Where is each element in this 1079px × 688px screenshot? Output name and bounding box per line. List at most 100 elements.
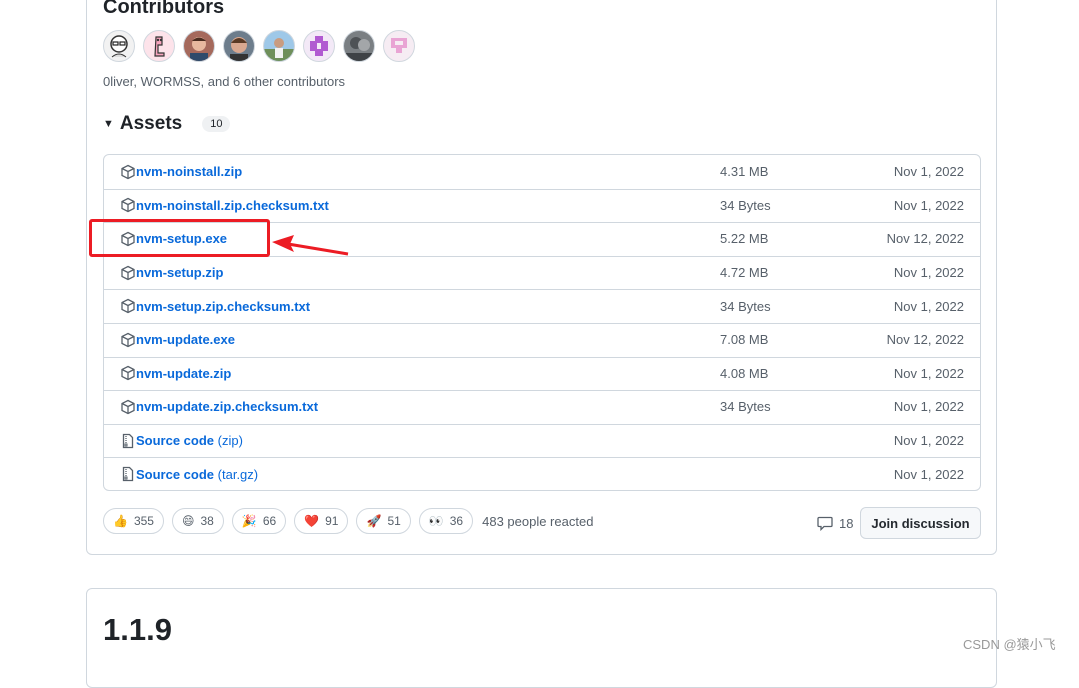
asset-link[interactable]: Source code (zip) — [136, 433, 243, 448]
comment-icon — [817, 516, 833, 531]
avatar[interactable] — [383, 30, 415, 62]
asset-link[interactable]: Source code (tar.gz) — [136, 467, 258, 482]
asset-name: nvm-update.exe — [136, 332, 235, 348]
thumbs-up-icon: 👍 — [113, 514, 128, 528]
reaction-count: 36 — [449, 514, 464, 528]
annotation-arrow-icon — [272, 235, 349, 256]
annotation-highlight-box — [89, 219, 270, 257]
asset-date: Nov 1, 2022 — [893, 197, 964, 213]
assets-toggle[interactable]: ▼ Assets 10 — [103, 113, 231, 135]
package-icon — [120, 197, 136, 213]
asset-name: Source code — [136, 433, 215, 449]
asset-size: 4.08 MB — [720, 365, 769, 381]
asset-link[interactable]: nvm-noinstall.zip — [136, 164, 242, 179]
file-zip-icon — [120, 433, 136, 449]
package-icon — [120, 298, 136, 314]
reaction-hooray-button[interactable]: 🎉 66 — [231, 508, 287, 534]
asset-size: 5.22 MB — [720, 231, 769, 247]
package-icon — [120, 399, 136, 415]
reactions-summary: 483 people reacted — [482, 513, 594, 529]
contributors-summary: 0liver, WORMSS, and 6 other contributors — [103, 74, 346, 89]
asset-size: 7.08 MB — [720, 332, 769, 348]
contributors-heading: Contributors — [103, 0, 225, 18]
asset-row: nvm-update.exe 7.08 MB Nov 12, 2022 — [104, 323, 980, 357]
assets-count-badge: 10 — [202, 116, 231, 132]
file-zip-icon — [120, 466, 136, 482]
asset-size: 4.31 MB — [720, 164, 769, 180]
asset-date: Nov 1, 2022 — [893, 265, 964, 281]
avatar[interactable] — [103, 30, 135, 62]
reaction-rocket-button[interactable]: 🚀 51 — [356, 508, 411, 534]
asset-size: 34 Bytes — [720, 298, 771, 314]
comments-count[interactable]: 18 — [817, 515, 853, 531]
rocket-icon: 🚀 — [366, 514, 382, 528]
reaction-eyes-button[interactable]: 👀 36 — [418, 508, 474, 534]
asset-row: nvm-setup.zip 4.72 MB Nov 1, 2022 — [104, 256, 980, 290]
asset-name: nvm-update.zip.checksum.txt — [136, 399, 319, 415]
asset-row: nvm-noinstall.zip 4.31 MB Nov 1, 2022 — [104, 155, 980, 189]
asset-link[interactable]: nvm-setup.zip.checksum.txt — [136, 299, 310, 314]
asset-row: Source code (zip) Nov 1, 2022 — [104, 424, 980, 458]
reaction-count: 66 — [262, 514, 277, 528]
asset-link[interactable]: nvm-noinstall.zip.checksum.txt — [136, 198, 329, 213]
asset-name: nvm-setup.zip.checksum.txt — [136, 298, 311, 314]
avatar[interactable] — [143, 30, 175, 62]
asset-link[interactable]: nvm-update.zip.checksum.txt — [136, 399, 318, 414]
avatar[interactable] — [223, 30, 255, 62]
avatar[interactable] — [343, 30, 375, 62]
asset-date: Nov 12, 2022 — [886, 231, 964, 247]
asset-name: nvm-noinstall.zip.checksum.txt — [136, 197, 329, 213]
watermark: CSDN @猿小飞 — [963, 637, 1056, 652]
asset-date: Nov 1, 2022 — [893, 399, 964, 415]
reaction-count: 355 — [133, 514, 154, 528]
package-icon — [120, 265, 136, 281]
asset-date: Nov 1, 2022 — [893, 365, 964, 381]
asset-format: (tar.gz) — [217, 466, 259, 482]
asset-row: nvm-update.zip 4.08 MB Nov 1, 2022 — [104, 357, 980, 391]
asset-size: 4.72 MB — [720, 265, 769, 281]
asset-row: nvm-setup.zip.checksum.txt 34 Bytes Nov 1,… — [104, 289, 980, 323]
package-icon — [120, 332, 136, 348]
reaction-count: 51 — [387, 514, 401, 528]
join-discussion-button[interactable]: Join discussion — [860, 507, 981, 539]
asset-row: nvm-update.zip.checksum.txt 34 Bytes Nov 1… — [104, 390, 980, 424]
asset-date: Nov 1, 2022 — [893, 164, 964, 180]
eyes-icon: 👀 — [428, 514, 444, 528]
asset-size: 34 Bytes — [720, 399, 771, 415]
reactions-bar: 👍 355 😄 38 🎉 66 ❤️ 91 🚀 51 👀 36 483 people reacted — [103, 508, 593, 534]
assets-list: nvm-noinstall.zip 4.31 MB Nov 1, 2022 nvm-n… — [103, 154, 981, 491]
reaction-count: 91 — [325, 514, 339, 528]
hooray-icon: 🎉 — [241, 514, 257, 528]
asset-link[interactable]: nvm-update.exe — [136, 332, 235, 347]
reaction-thumbs-up-button[interactable]: 👍 355 — [103, 508, 164, 534]
asset-date: Nov 12, 2022 — [886, 332, 964, 348]
asset-size: 34 Bytes — [720, 197, 771, 213]
triangle-down-icon: ▼ — [103, 118, 114, 130]
asset-row: nvm-noinstall.zip.checksum.txt 34 Bytes No… — [104, 189, 980, 223]
reaction-laugh-button[interactable]: 😄 38 — [171, 508, 224, 534]
assets-heading: Assets — [119, 113, 183, 134]
asset-name: nvm-setup.zip — [136, 265, 224, 281]
comments-count-label: 18 — [839, 515, 854, 531]
asset-name: nvm-update.zip — [136, 365, 232, 381]
package-icon — [120, 365, 136, 381]
contributor-avatars — [103, 30, 415, 62]
heart-icon: ❤️ — [304, 514, 320, 528]
reaction-heart-button[interactable]: ❤️ 91 — [294, 508, 349, 534]
avatar[interactable] — [263, 30, 295, 62]
asset-date: Nov 1, 2022 — [893, 466, 964, 482]
next-release-card — [86, 588, 997, 688]
asset-link[interactable]: nvm-update.zip — [136, 366, 231, 381]
asset-link[interactable]: nvm-setup.zip — [136, 265, 223, 280]
laugh-icon: 😄 — [181, 514, 195, 528]
asset-name: Source code — [136, 466, 215, 482]
package-icon — [120, 164, 136, 180]
asset-format: (zip) — [217, 433, 243, 449]
asset-date: Nov 1, 2022 — [893, 298, 964, 314]
asset-name: nvm-noinstall.zip — [136, 164, 243, 180]
reaction-count: 38 — [200, 514, 214, 528]
release-version-title[interactable]: 1.1.9 — [103, 612, 172, 648]
asset-row: Source code (tar.gz) Nov 1, 2022 — [104, 457, 980, 491]
avatar[interactable] — [303, 30, 335, 62]
avatar[interactable] — [183, 30, 215, 62]
